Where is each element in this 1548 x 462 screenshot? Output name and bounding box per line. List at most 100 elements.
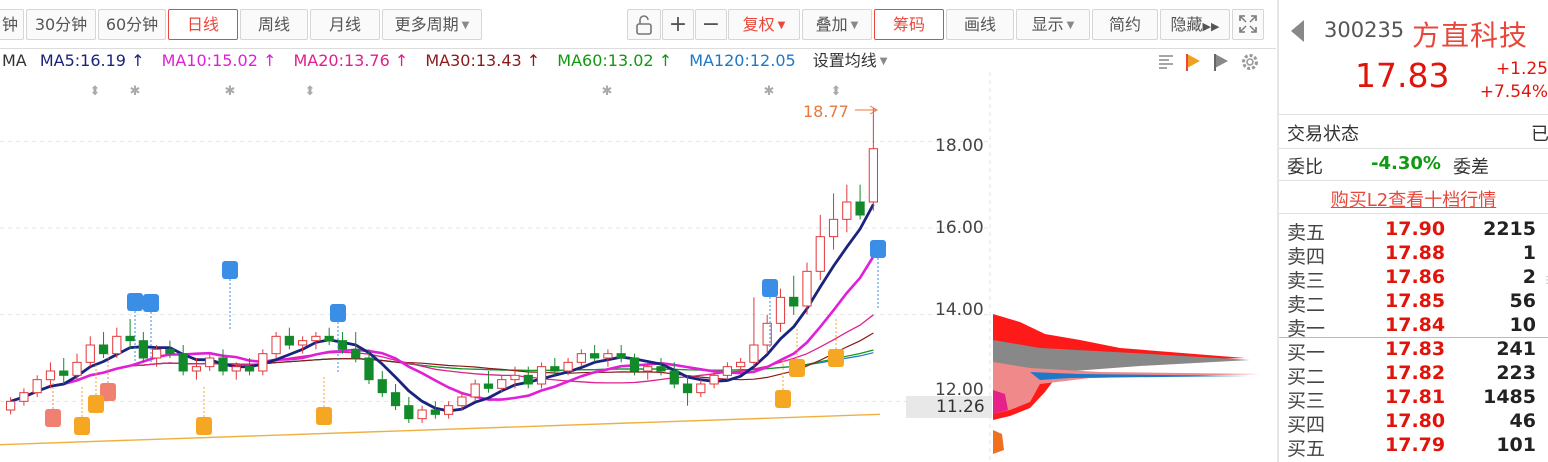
event-marker-icon: ✱ (225, 84, 236, 99)
simple-mode-button[interactable]: 简约 (1092, 9, 1158, 40)
chart-tools (1158, 52, 1268, 72)
ask-price: 17.84 (1385, 314, 1446, 336)
bid-volume: 1485 (1483, 386, 1536, 408)
stock-name: 方直科技 (1412, 19, 1529, 52)
l2-upgrade-link[interactable]: 购买L2查看十档行情 (1279, 186, 1548, 212)
chevron-down-icon: ▼ (850, 20, 859, 31)
event-marker-icon: ⬍ (90, 84, 101, 99)
zoom-in-button[interactable]: + (662, 9, 694, 40)
change-amount: +1.25 (1495, 59, 1548, 79)
separator (1279, 180, 1548, 181)
more-periods-dropdown[interactable]: 更多周期 ▼ (382, 9, 482, 40)
bid-row[interactable]: 买五 17.79 101 (1279, 434, 1548, 460)
candle-body (205, 357, 215, 368)
bid-level: 买四 (1287, 414, 1326, 436)
minus-icon: − (701, 12, 721, 37)
back-arrow-icon[interactable] (1291, 20, 1304, 42)
adjust-dropdown[interactable]: 复权 ▼ (728, 9, 800, 40)
period-tab-monthly[interactable]: 月线 (310, 9, 380, 40)
stock-terminal: 钟 30分钟 60分钟 日线 周线 月线 更多周期 ▼ + − 复权 ▼ 叠加 ▼ 筹… (0, 0, 1548, 462)
candle-body (377, 379, 387, 394)
ask-row[interactable]: 卖四 17.88 1 (1279, 242, 1548, 268)
unlock-icon (636, 15, 652, 35)
weicha-label: 委差 (1453, 157, 1489, 178)
bid-row[interactable]: 买一 17.83 241 (1279, 338, 1548, 364)
display-dropdown[interactable]: 显示 ▼ (1016, 9, 1090, 40)
candle-body (72, 361, 82, 376)
ask-level: 卖四 (1287, 246, 1326, 268)
unlock-button[interactable] (627, 9, 661, 40)
period-tab-30min[interactable]: 30分钟 (26, 9, 96, 40)
weibi-label: 委比 (1287, 157, 1323, 178)
chevron-down-icon: ▼ (1066, 20, 1075, 31)
separator (1279, 114, 1548, 115)
ask-row[interactable]: 卖二 17.85 56 (1279, 290, 1548, 316)
ask-price: 17.85 (1385, 290, 1446, 312)
candle-body (749, 344, 759, 363)
bid-price: 17.82 (1385, 362, 1446, 384)
ask-level: 卖五 (1287, 222, 1326, 244)
period-tab-weekly[interactable]: 周线 (240, 9, 308, 40)
candle-body (98, 344, 109, 355)
candle-body (736, 361, 746, 368)
ask-volume: 10 (1509, 314, 1536, 336)
more-periods-label: 更多周期 (394, 15, 459, 34)
flag-icon[interactable] (1184, 52, 1202, 72)
trade-signal-icon (828, 349, 844, 367)
kline-chart[interactable]: ⬍ ✱ ✱ ⬍ ✱ ✱ ⬍ 18.77 18.00 16.00 14.00 12.00 11… (0, 72, 1275, 462)
bid-volume: 46 (1509, 410, 1536, 432)
buy-signal-icon (45, 409, 61, 427)
period-tab-minute[interactable]: 钟 (0, 9, 24, 40)
fullscreen-button[interactable] (1232, 9, 1264, 40)
bid-row[interactable]: 买四 17.80 46 (1279, 410, 1548, 436)
flag-outline-icon[interactable] (1212, 52, 1230, 72)
price-axis-tick: 16.00 (935, 218, 984, 238)
trade-status-label: 交易状态 (1287, 124, 1359, 145)
chip-distribution-button[interactable]: 筹码 (874, 9, 944, 40)
ma-settings-dropdown[interactable]: 设置均线 ▼ (813, 51, 900, 70)
double-chevron-right-icon: ▶▶ (1202, 20, 1220, 33)
scroll-handle[interactable]: ⋮ (1542, 275, 1548, 295)
candle-body (284, 335, 294, 346)
bid-volume: 241 (1496, 338, 1536, 360)
bid-level: 买一 (1287, 342, 1326, 364)
candle-body (536, 366, 547, 385)
trade-signal-icon (74, 417, 90, 435)
candle-body (364, 357, 374, 381)
candle-body (696, 383, 706, 394)
ask-row[interactable]: 卖一 17.84 10 (1279, 314, 1548, 340)
stock-code: 300235 (1324, 18, 1405, 42)
bid-volume: 101 (1496, 434, 1536, 456)
candle-body (59, 370, 69, 376)
candle-body (483, 383, 494, 389)
candle-body (709, 374, 719, 385)
ma250-line (0, 413, 881, 446)
ask-row[interactable]: 卖五 17.90 2215 (1279, 218, 1548, 244)
candle-body (6, 400, 16, 411)
trade-signal-icon (88, 395, 104, 413)
overlay-dropdown[interactable]: 叠加 ▼ (802, 9, 872, 40)
draw-line-button[interactable]: 画线 (946, 9, 1014, 40)
period-tab-daily[interactable]: 日线 (168, 9, 238, 40)
candle-body (629, 357, 640, 372)
candle-body (828, 218, 839, 238)
chevron-down-icon: ▼ (461, 20, 470, 31)
ask-volume: 1 (1522, 242, 1536, 264)
candle-body (789, 296, 799, 307)
candle-body (165, 348, 175, 355)
bid-row[interactable]: 买三 17.81 1485 (1279, 386, 1548, 412)
gear-icon[interactable] (1240, 52, 1260, 72)
trade-signal-icon (196, 417, 212, 435)
ask-row[interactable]: 卖三 17.86 2 (1279, 266, 1548, 292)
bid-row[interactable]: 买二 17.82 223 (1279, 362, 1548, 388)
period-tab-60min[interactable]: 60分钟 (98, 9, 166, 40)
bid-price: 17.83 (1385, 338, 1446, 360)
ask-volume: 2215 (1483, 218, 1536, 240)
zoom-out-button[interactable]: − (695, 9, 727, 40)
list-icon[interactable] (1158, 52, 1174, 70)
candle-body (125, 335, 135, 342)
plus-icon: + (668, 12, 688, 37)
current-price-marker: 11.26 (906, 396, 992, 418)
candle-body (842, 201, 852, 220)
hide-button[interactable]: 隐藏▶▶ (1160, 9, 1230, 40)
